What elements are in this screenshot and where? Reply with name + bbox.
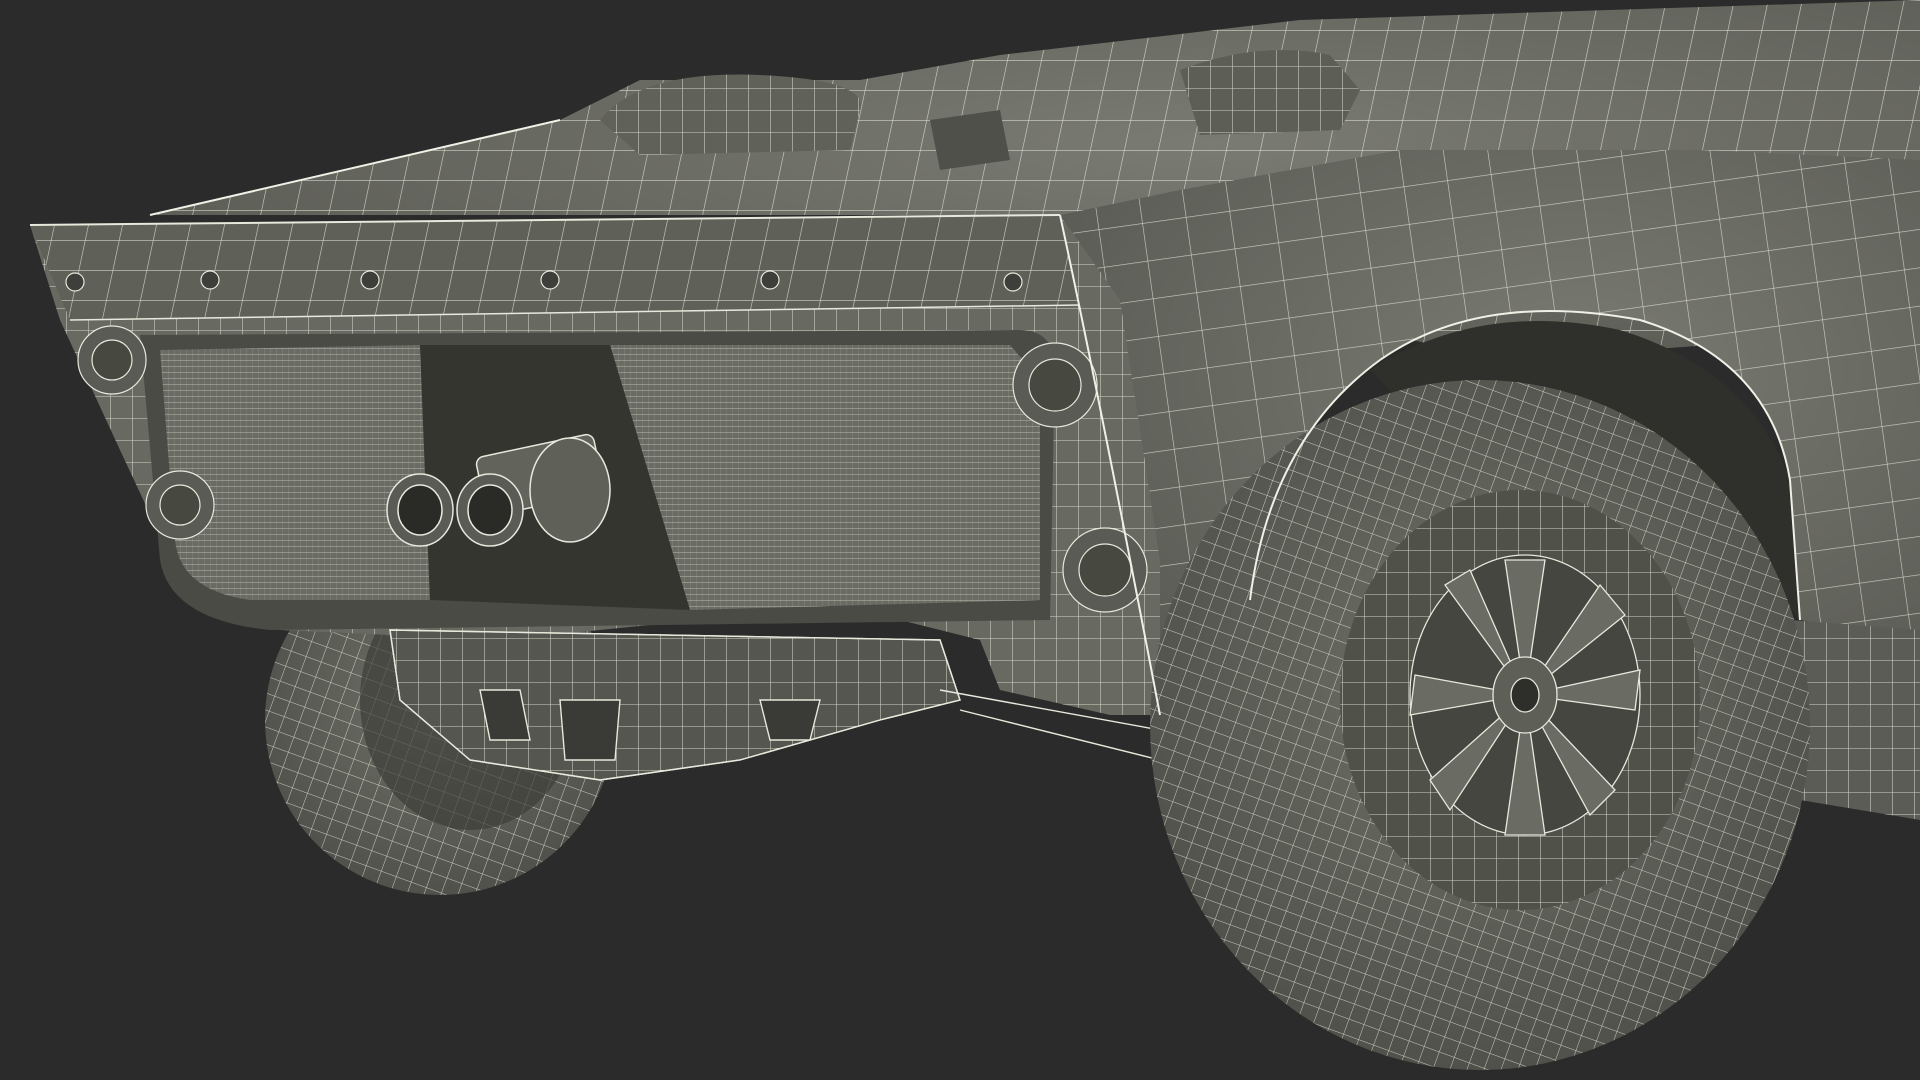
render-viewport xyxy=(0,0,1920,1080)
wheel-rim xyxy=(1409,554,1641,836)
wireframe-render xyxy=(29,0,1920,1070)
